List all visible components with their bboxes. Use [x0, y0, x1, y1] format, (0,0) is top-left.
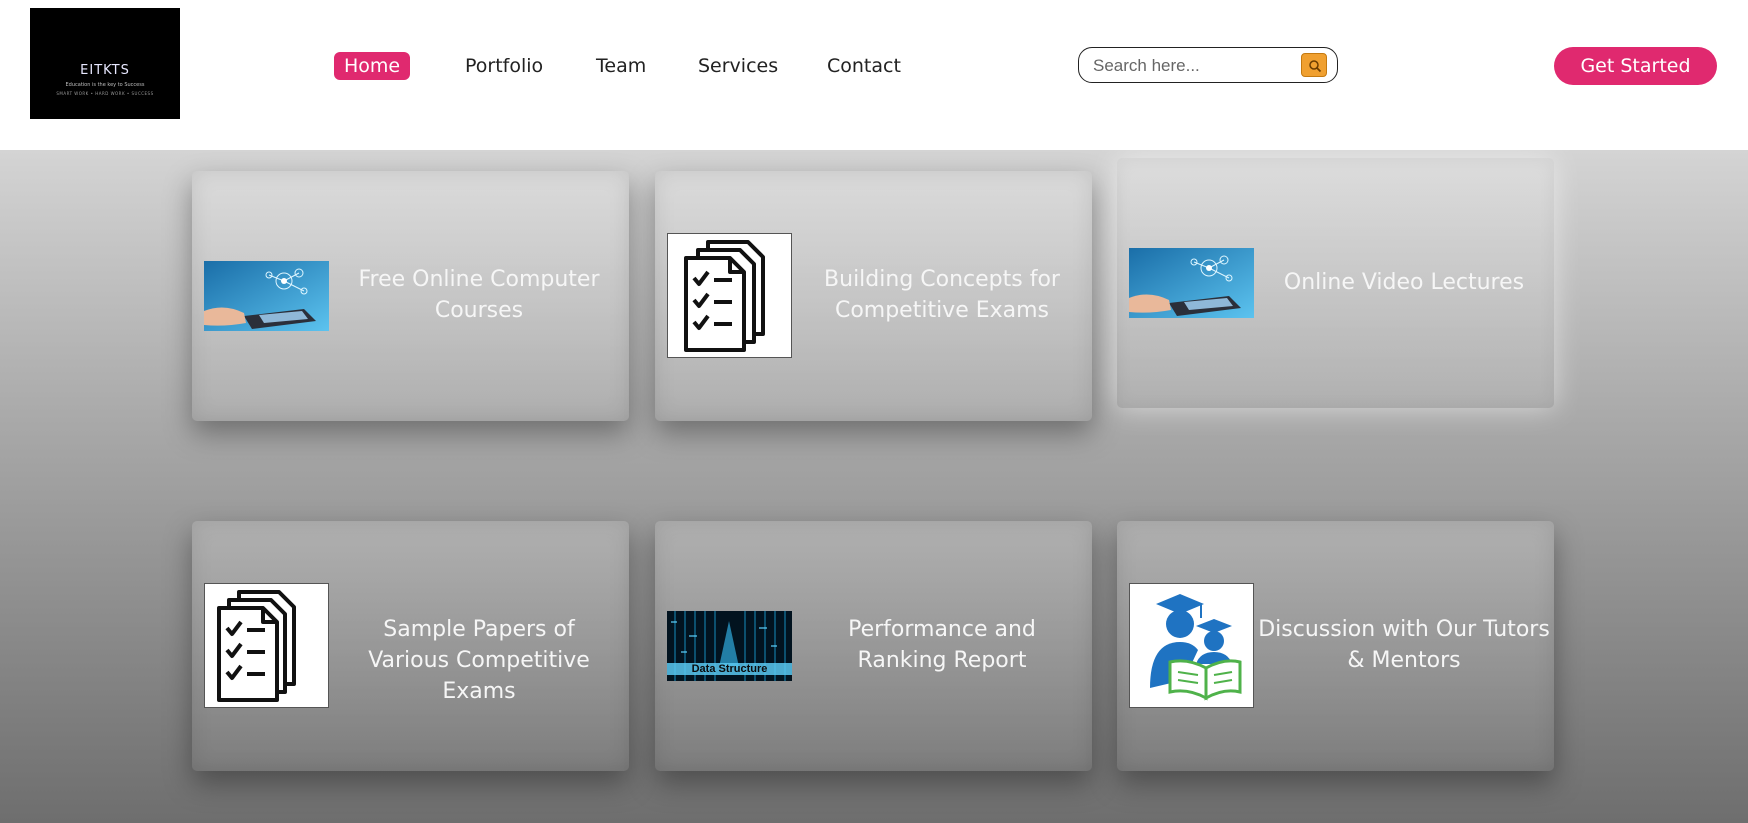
- nav-contact[interactable]: Contact: [817, 52, 911, 80]
- nav-team[interactable]: Team: [586, 52, 656, 80]
- card-building-concepts[interactable]: Building Concepts for Competitive Exams: [655, 171, 1092, 421]
- laptop-network-photo: [1129, 248, 1254, 318]
- card-title: Free Online Computer Courses: [358, 267, 600, 323]
- site-header: EITKTS Education is the key to Success S…: [0, 0, 1748, 150]
- nav-portfolio[interactable]: Portfolio: [455, 52, 553, 80]
- checklist-document-icon: [204, 583, 329, 708]
- search-button[interactable]: [1301, 53, 1327, 77]
- checklist-document-icon: [667, 233, 792, 358]
- laptop-network-photo: [204, 261, 329, 331]
- card-sample-papers[interactable]: Sample Papers of Various Competitive Exa…: [192, 521, 629, 771]
- logo[interactable]: EITKTS Education is the key to Success S…: [30, 8, 180, 119]
- data-structure-image: Data Structure: [667, 611, 792, 681]
- search-icon: [1309, 60, 1322, 73]
- card-title: Building Concepts for Competitive Exams: [824, 267, 1060, 323]
- card-online-video-lectures[interactable]: Online Video Lectures: [1117, 158, 1554, 408]
- card-performance-ranking[interactable]: Data Structure Performance and Ranking R…: [655, 521, 1092, 771]
- card-title: Online Video Lectures: [1283, 270, 1525, 295]
- logo-subline: SMART WORK • HARD WORK • SUCCESS: [56, 91, 154, 96]
- image-caption: Data Structure: [667, 663, 792, 675]
- graduates-reading-book-icon: [1129, 583, 1254, 708]
- card-free-online-computer-courses[interactable]: Free Online Computer Courses: [192, 171, 629, 421]
- card-title: Sample Papers of Various Competitive Exa…: [368, 617, 590, 704]
- nav-services[interactable]: Services: [688, 52, 788, 80]
- logo-tagline: Education is the key to Success: [65, 82, 145, 88]
- search-input[interactable]: [1091, 53, 1295, 79]
- search-box: [1078, 47, 1338, 83]
- nav-home[interactable]: Home: [334, 52, 411, 80]
- card-discussion-tutors[interactable]: Discussion with Our Tutors & Mentors: [1117, 521, 1554, 771]
- card-title: Performance and Ranking Report: [848, 617, 1036, 673]
- card-title: Discussion with Our Tutors & Mentors: [1258, 617, 1550, 673]
- get-started-button[interactable]: Get Started: [1554, 47, 1717, 85]
- logo-title: EITKTS: [80, 63, 130, 78]
